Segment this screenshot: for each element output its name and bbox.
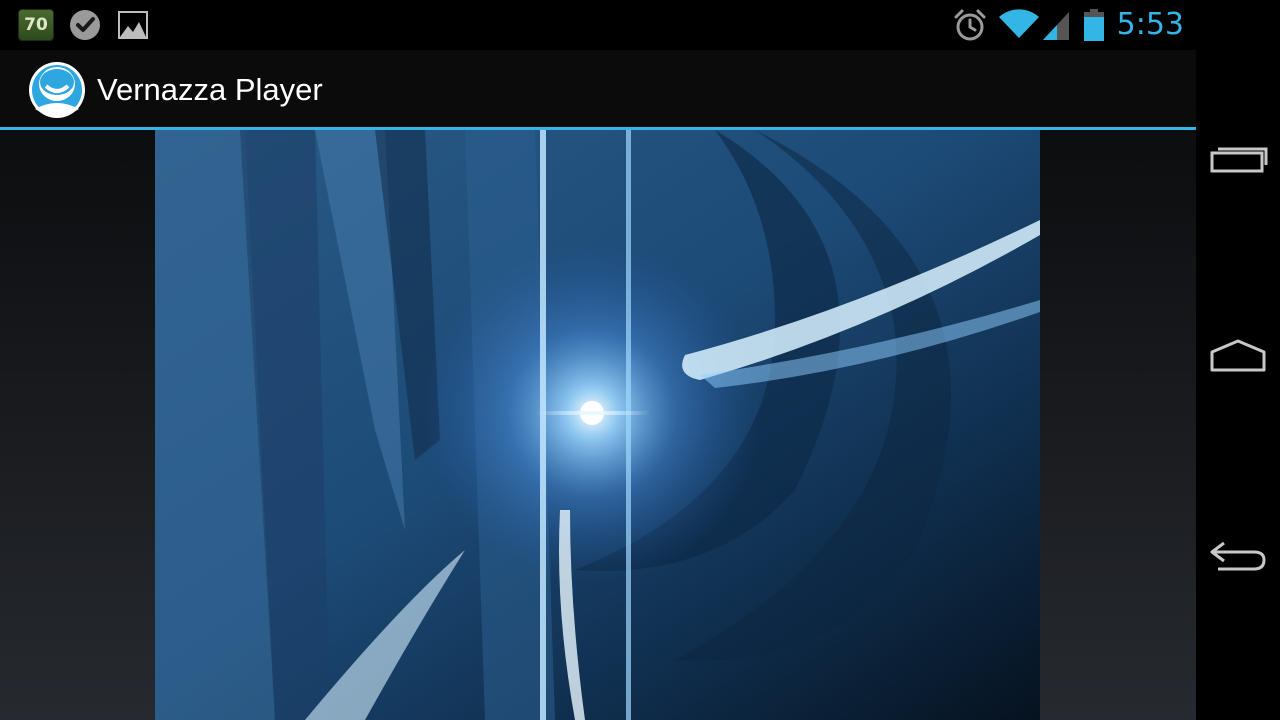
page-title: Vernazza Player bbox=[97, 72, 323, 107]
vernazza-face-icon[interactable] bbox=[27, 61, 87, 119]
status-clock: 5:53 bbox=[1116, 7, 1184, 42]
cell-signal-icon bbox=[1041, 8, 1071, 42]
recent-apps-button[interactable] bbox=[1196, 115, 1280, 205]
navigation-bar bbox=[1196, 0, 1280, 720]
counter-badge-icon[interactable]: 70 bbox=[18, 9, 54, 41]
alarm-clock-icon bbox=[953, 8, 987, 42]
action-bar: Vernazza Player bbox=[0, 50, 1196, 130]
system-icons: 5:53 bbox=[953, 6, 1184, 44]
wifi-icon bbox=[998, 8, 1039, 42]
back-icon bbox=[1208, 538, 1268, 579]
home-button[interactable] bbox=[1196, 313, 1280, 403]
notification-icons: 70 bbox=[18, 8, 150, 42]
checkmark-bubble-icon[interactable] bbox=[68, 8, 102, 42]
recent-apps-icon bbox=[1208, 141, 1268, 180]
status-bar: 70 5:53 bbox=[0, 0, 1196, 50]
gallery-image-icon[interactable] bbox=[116, 8, 150, 42]
battery-icon bbox=[1083, 8, 1105, 42]
home-icon bbox=[1208, 338, 1268, 379]
android-screen: 70 5:53 Vernazza Player bbox=[0, 0, 1280, 720]
back-button[interactable] bbox=[1196, 513, 1280, 603]
player-content-area bbox=[0, 130, 1196, 720]
video-frame[interactable] bbox=[155, 130, 1040, 720]
